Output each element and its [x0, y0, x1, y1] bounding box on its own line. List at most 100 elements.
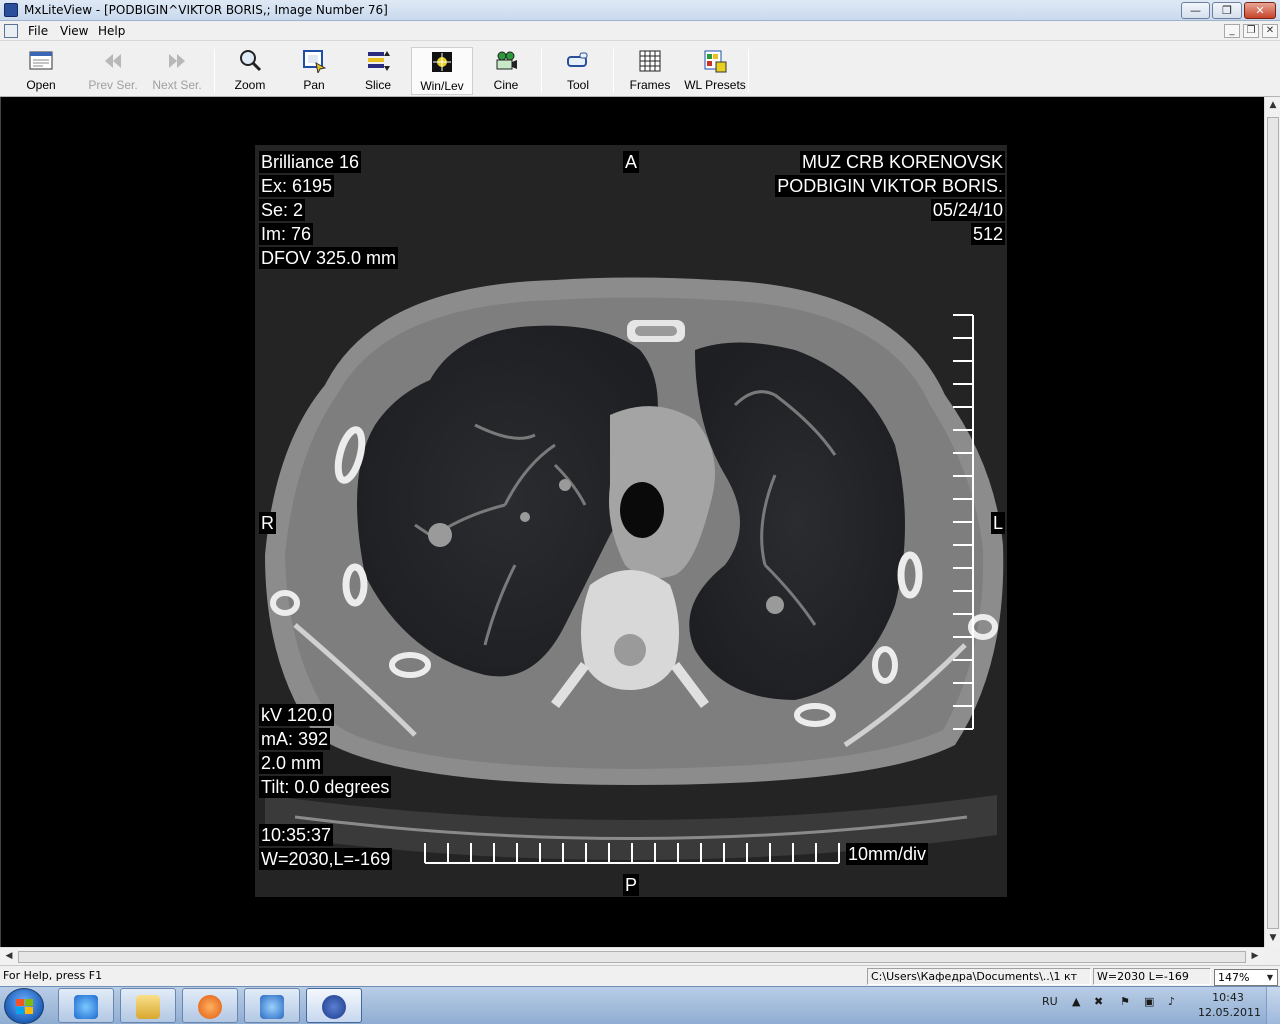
orientation-anterior: A [623, 151, 640, 173]
tray-network-icon[interactable]: ✖ [1094, 995, 1103, 1008]
scroll-down-icon[interactable]: ▼ [1267, 933, 1279, 945]
zoom-button[interactable]: Zoom [219, 47, 281, 95]
ct-image[interactable]: Brilliance 16 Ex: 6195 Se: 2 Im: 76 DFOV… [255, 145, 1007, 897]
horizontal-scrollbar[interactable]: ◀ ▶ [0, 947, 1264, 965]
minimize-button[interactable]: — [1181, 2, 1210, 19]
toolbar-separator [748, 49, 749, 93]
double-chevron-right-icon [165, 49, 189, 73]
overlay-series: Se: 2 [259, 199, 306, 221]
wl-presets-button[interactable]: WL Presets [683, 47, 747, 95]
horizontal-scroll-thumb[interactable] [18, 951, 1246, 963]
internet-explorer-icon [74, 995, 98, 1019]
menu-view[interactable]: View [60, 24, 88, 38]
presets-icon [703, 49, 727, 73]
vertical-scrollbar[interactable]: ▲ ▼ [1264, 97, 1280, 947]
media-player-icon [198, 995, 222, 1019]
status-bar: For Help, press F1 C:\Users\Кафедра\Docu… [0, 965, 1280, 986]
horizontal-scale-ruler [424, 843, 840, 864]
mdi-restore-button[interactable]: ❐ [1243, 24, 1259, 38]
overlay-ma: mA: 392 [259, 728, 331, 750]
show-desktop-button[interactable] [1266, 987, 1280, 1024]
frames-label: Frames [629, 78, 671, 92]
overlay-study-date: 05/24/10 [930, 199, 1005, 221]
taskbar-media-player[interactable] [182, 988, 238, 1023]
philips-logo-icon [322, 995, 346, 1019]
clock-date: 12.05.2011 [1198, 1006, 1261, 1019]
status-window-level: W=2030 L=-169 [1093, 968, 1211, 985]
pointer-hand-icon [566, 49, 590, 73]
toolbar-separator [214, 49, 215, 93]
overlay-dfov: DFOV 325.0 mm [259, 247, 399, 269]
scroll-left-icon[interactable]: ◀ [3, 951, 15, 963]
zoom-select[interactable]: 147% ▼ [1214, 969, 1278, 986]
window-level-icon [430, 50, 454, 74]
win-lev-button[interactable]: Win/Lev [411, 47, 473, 95]
taskbar-internet-explorer[interactable] [58, 988, 114, 1023]
mdi-close-button[interactable]: ✕ [1262, 24, 1278, 38]
wl-presets-label: WL Presets [684, 78, 746, 92]
tray-volume-icon[interactable]: ♪ [1168, 995, 1175, 1008]
pan-icon [302, 49, 327, 75]
overlay-slice-thickness: 2.0 mm [259, 752, 324, 774]
vertical-scale-ruler [953, 314, 974, 730]
menu-help[interactable]: Help [98, 24, 125, 38]
overlay-time: 10:35:37 [259, 824, 334, 846]
prev-series-button[interactable]: Prev Ser. [82, 47, 144, 95]
title-bar: MxLiteView - [PODBIGIN^VIKTOR BORIS,; Im… [0, 0, 1280, 21]
taskbar-tool-app[interactable] [244, 988, 300, 1023]
windows-logo-icon [16, 999, 34, 1015]
cine-label: Cine [493, 78, 519, 92]
slice-icon [366, 49, 390, 73]
tray-display-icon[interactable]: ▣ [1144, 995, 1154, 1008]
overlay-scanner: Brilliance 16 [259, 151, 362, 173]
start-button[interactable] [4, 988, 44, 1024]
scroll-right-icon[interactable]: ▶ [1249, 951, 1261, 963]
taskbar-clock[interactable]: 10:43 12.05.2011 [1198, 990, 1261, 1020]
next-series-label: Next Ser. [152, 78, 202, 92]
slice-label: Slice [364, 78, 391, 92]
magnifier-icon [238, 49, 262, 73]
overlay-matrix: 512 [970, 223, 1005, 245]
open-icon [29, 49, 53, 73]
double-chevron-left-icon [101, 49, 125, 73]
chevron-down-icon[interactable]: ▼ [1263, 970, 1277, 985]
pan-label: Pan [303, 78, 325, 92]
language-indicator[interactable]: RU [1042, 995, 1058, 1008]
frames-button[interactable]: Frames [619, 47, 681, 95]
taskbar: RU ▲ ✖ ⚑ ▣ ♪ 10:43 12.05.2011 [0, 986, 1280, 1024]
taskbar-philips-mxliteview[interactable] [306, 988, 362, 1023]
overlay-patient-name: PODBIGIN VIKTOR BORIS. [775, 175, 1005, 197]
overlay-tilt: Tilt: 0.0 degrees [259, 776, 392, 798]
slice-button[interactable]: Slice [347, 47, 409, 95]
orientation-left: L [991, 512, 1006, 534]
tool-button[interactable]: Tool [547, 47, 609, 95]
vertical-scroll-thumb[interactable] [1267, 117, 1279, 929]
open-button[interactable]: Open [10, 47, 72, 95]
maximize-button[interactable]: ❐ [1212, 2, 1242, 19]
folder-icon [136, 995, 160, 1019]
document-icon[interactable] [4, 24, 18, 38]
overlay-window-level: W=2030,L=-169 [259, 848, 393, 870]
mdi-minimize-button[interactable]: _ [1224, 24, 1240, 38]
cine-button[interactable]: Cine [475, 47, 537, 95]
close-button[interactable]: ✕ [1244, 2, 1276, 19]
status-file-path: C:\Users\Кафедра\Documents\..\1 кт [867, 968, 1091, 985]
open-label: Open [26, 78, 56, 92]
toolbar-separator [613, 49, 614, 93]
orientation-right: R [259, 512, 276, 534]
win-lev-label: Win/Lev [420, 79, 464, 93]
next-series-button[interactable]: Next Ser. [146, 47, 208, 95]
menu-file[interactable]: File [28, 24, 48, 38]
toolbar: Open Prev Ser. Next Ser. Zoom Pan Slice [0, 41, 1280, 97]
scroll-corner [1264, 947, 1280, 965]
overlay-kv: kV 120.0 [259, 704, 335, 726]
tray-expand-icon[interactable]: ▲ [1072, 995, 1080, 1008]
menu-bar: File View Help _ ❐ ✕ [0, 21, 1280, 41]
taskbar-file-explorer[interactable] [120, 988, 176, 1023]
overlay-exam: Ex: 6195 [259, 175, 335, 197]
orientation-posterior: P [623, 874, 640, 896]
tray-flag-icon[interactable]: ⚑ [1120, 995, 1130, 1008]
scroll-up-icon[interactable]: ▲ [1267, 100, 1279, 112]
pan-button[interactable]: Pan [283, 47, 345, 95]
grid-icon [638, 49, 662, 73]
